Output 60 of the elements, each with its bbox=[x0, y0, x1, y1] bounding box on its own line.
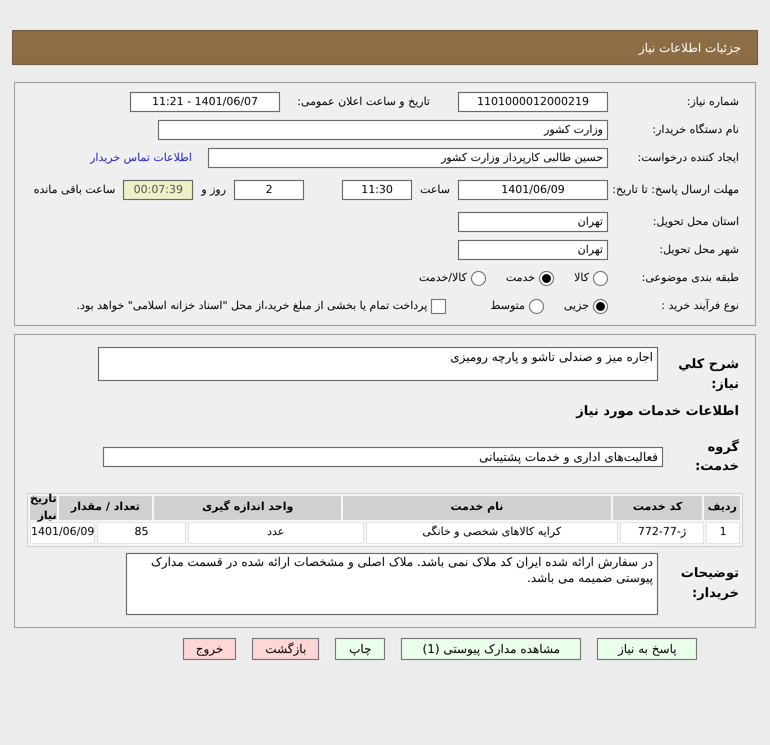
table-cell: 85 bbox=[97, 522, 186, 544]
radio-label: جزیی bbox=[564, 298, 589, 314]
text-field[interactable]: وزارت کشور bbox=[158, 120, 608, 140]
section-title: اطلاعات خدمات مورد نیاز bbox=[574, 403, 740, 421]
text-field[interactable]: 11:30 bbox=[342, 180, 412, 200]
table-cell: 1401/06/09 bbox=[30, 522, 96, 544]
page-title: جزئیات اطلاعات نیاز bbox=[638, 40, 741, 56]
action-button[interactable]: بازگشت bbox=[252, 638, 320, 660]
radio-label: کالا bbox=[574, 270, 589, 286]
field-label: ایجاد کننده درخواست: bbox=[636, 150, 740, 166]
column-header: کد خدمت bbox=[612, 496, 702, 520]
field-label: استان محل تحویل: bbox=[652, 214, 740, 230]
column-header: ردیف bbox=[704, 496, 740, 520]
text-field[interactable]: تهران bbox=[458, 240, 608, 260]
text-field[interactable]: تهران bbox=[458, 212, 608, 232]
field-label: نام دستگاه خریدار: bbox=[651, 122, 740, 138]
text-field[interactable]: فعالیت‌های اداری و خدمات پشتیبانی bbox=[103, 447, 663, 467]
radio-label: متوسط bbox=[490, 298, 525, 314]
text-field[interactable]: 1401/06/09 bbox=[458, 180, 608, 200]
text-field[interactable]: 1101000012000219 bbox=[458, 92, 608, 112]
radio-button[interactable] bbox=[593, 270, 608, 286]
field-label: توضیحات خریدار: bbox=[680, 565, 740, 602]
field-label: تاریخ و ساعت اعلان عمومی: bbox=[296, 94, 430, 110]
field-label: گروه خدمت: bbox=[694, 438, 740, 476]
field-label: ساعت باقی مانده bbox=[34, 182, 116, 198]
radio-button[interactable] bbox=[539, 270, 554, 286]
column-header: تاریخ نیاز bbox=[30, 496, 57, 520]
field-label: نوع فرآیند خرید : bbox=[660, 298, 740, 314]
field-label: طبقه بندی موضوعی: bbox=[640, 270, 740, 286]
text-field[interactable]: 00:07:39 bbox=[123, 180, 194, 200]
field-label: شرح کلي نياز: bbox=[677, 356, 740, 394]
field-label: شماره نیاز: bbox=[686, 94, 740, 110]
field-label: شهر محل تحویل: bbox=[658, 242, 740, 258]
field-label: روز و bbox=[201, 182, 226, 198]
radio-label: کالا/خدمت bbox=[419, 270, 467, 286]
contact-link[interactable]: اطلاعات تماس خریدار bbox=[90, 150, 192, 166]
checkbox-label: پرداخت تمام یا بخشی از مبلغ خرید،از محل "اسناد خزانه اسلامی" خواهد بود. bbox=[76, 298, 428, 314]
table-cell: عدد bbox=[188, 522, 364, 544]
text-field[interactable]: 1401/06/07 - 11:21 bbox=[130, 92, 280, 112]
field-label: ساعت bbox=[420, 182, 450, 198]
text-area[interactable]: اجاره میز و صندلی تاشو و پارچه رومیزی bbox=[98, 347, 658, 381]
action-button[interactable]: چاپ bbox=[335, 638, 386, 660]
text-area[interactable]: در سفارش ارائه شده ایران کد ملاک نمی باشد. ملاک اصلی و مشخصات ارائه شده در قسمت مدارک پیوستی ضمیمه می باشد. bbox=[126, 552, 658, 614]
field-label: مهلت ارسال پاسخ: تا تاریخ: bbox=[611, 182, 740, 198]
radio-button[interactable] bbox=[470, 270, 486, 286]
radio-label: خدمت bbox=[506, 270, 536, 286]
action-button[interactable]: مشاهده مدارک پیوستی (1) bbox=[401, 638, 582, 660]
radio-button[interactable] bbox=[528, 298, 544, 314]
table-cell: 1 bbox=[706, 522, 740, 544]
column-header: نام خدمت bbox=[343, 496, 611, 520]
column-header: تعداد / مقدار bbox=[58, 496, 152, 520]
table-cell: کرایه کالاهای شخصی و خانگی bbox=[366, 522, 618, 544]
checkbox[interactable] bbox=[431, 298, 446, 314]
text-field[interactable]: حسین طالبی کارپرداز وزارت کشور bbox=[208, 148, 608, 168]
column-header: واحد اندازه گیری bbox=[154, 496, 342, 520]
action-button[interactable]: پاسخ به نیاز bbox=[597, 638, 698, 660]
radio-button[interactable] bbox=[593, 298, 608, 314]
action-button[interactable]: خروج bbox=[182, 638, 236, 660]
table-cell: ژ-77-772 bbox=[620, 522, 704, 544]
text-field[interactable]: 2 bbox=[234, 180, 304, 200]
